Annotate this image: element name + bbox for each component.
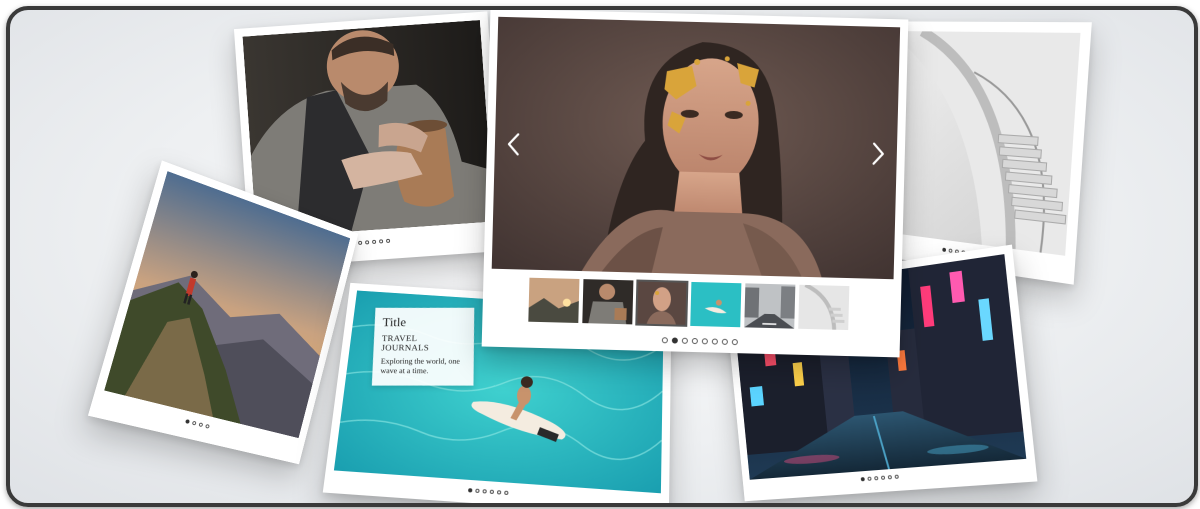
thumbnail-mountain[interactable]: [528, 278, 579, 323]
dot[interactable]: [468, 488, 472, 492]
showcase-frame: Title TRAVEL JOURNALS Exploring the worl…: [6, 6, 1198, 507]
dot[interactable]: [185, 419, 190, 424]
thumbnail-gold-makeup[interactable]: [636, 281, 687, 326]
dot[interactable]: [365, 240, 369, 244]
thumbnail-city[interactable]: [744, 283, 795, 328]
dot[interactable]: [682, 338, 688, 344]
dot[interactable]: [702, 338, 708, 344]
caption-card: Title TRAVEL JOURNALS Exploring the worl…: [372, 308, 474, 386]
dot[interactable]: [672, 337, 678, 343]
dot[interactable]: [198, 422, 203, 427]
dot[interactable]: [205, 424, 210, 429]
mountain-dots[interactable]: [185, 419, 210, 429]
dot[interactable]: [490, 490, 494, 494]
dot[interactable]: [692, 338, 698, 344]
caption-body: Exploring the world, one wave at a time.: [380, 357, 466, 376]
dot[interactable]: [662, 337, 668, 343]
next-button[interactable]: [866, 138, 889, 169]
dot[interactable]: [867, 477, 871, 481]
dot[interactable]: [712, 338, 718, 344]
prev-button[interactable]: [503, 129, 526, 160]
potter-dots[interactable]: [351, 239, 390, 246]
dot[interactable]: [379, 239, 383, 243]
dot[interactable]: [861, 477, 865, 481]
dot[interactable]: [497, 490, 501, 494]
dot[interactable]: [949, 248, 953, 252]
dot[interactable]: [192, 421, 197, 426]
chevron-right-icon: [866, 138, 889, 169]
thumbnail-surfer[interactable]: [690, 282, 741, 327]
chevron-left-icon: [503, 129, 526, 160]
surfer-dots[interactable]: [468, 488, 509, 495]
caption-title: Title: [382, 315, 466, 330]
dot[interactable]: [895, 475, 899, 479]
dot[interactable]: [372, 240, 376, 244]
dot[interactable]: [386, 239, 390, 243]
dot[interactable]: [482, 489, 486, 493]
dot[interactable]: [475, 489, 479, 493]
gold-makeup-portrait: [492, 17, 900, 279]
dot[interactable]: [358, 241, 362, 245]
dot[interactable]: [722, 339, 728, 345]
featured-slider-card: [482, 9, 909, 358]
thumbnail-strip: [528, 278, 849, 330]
dot[interactable]: [732, 339, 738, 345]
dot[interactable]: [874, 476, 878, 480]
city-dots[interactable]: [861, 475, 899, 482]
dot[interactable]: [504, 491, 508, 495]
dot[interactable]: [881, 476, 885, 480]
dot[interactable]: [888, 475, 892, 479]
caption-subtitle: TRAVEL JOURNALS: [381, 334, 466, 353]
thumbnail-potter[interactable]: [582, 279, 633, 324]
featured-dots[interactable]: [662, 337, 738, 345]
thumbnail-stairs[interactable]: [798, 285, 849, 330]
dot[interactable]: [942, 248, 946, 252]
